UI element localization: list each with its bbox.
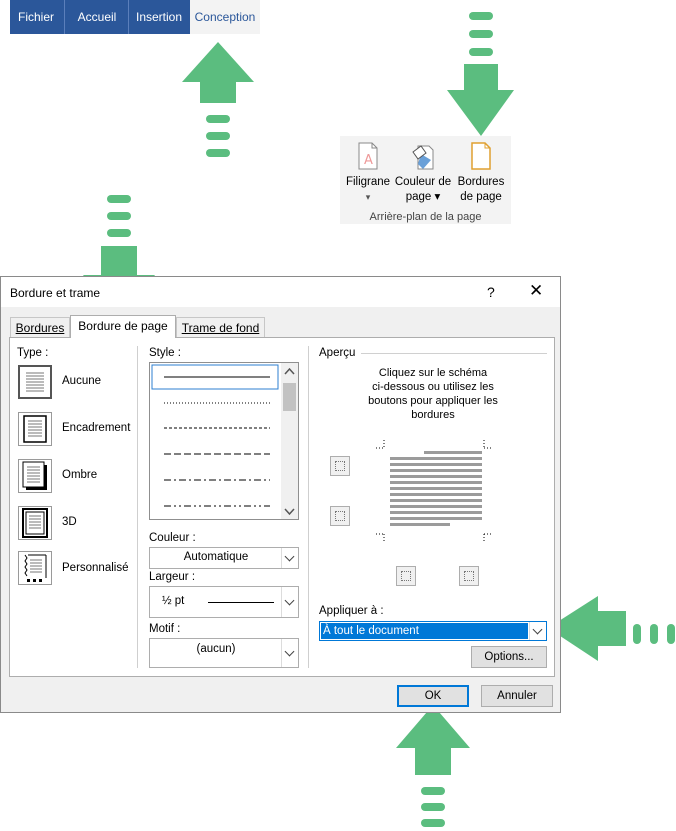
page-3d-icon bbox=[22, 508, 48, 538]
arrow-up-ok-icon bbox=[396, 705, 470, 827]
width-sample-line bbox=[208, 602, 274, 603]
tab-bordure-de-page[interactable]: Bordure de page bbox=[70, 315, 176, 338]
couleur-combo[interactable]: Automatique bbox=[149, 547, 299, 569]
line-style-samples bbox=[151, 363, 298, 519]
close-button[interactable]: ✕ bbox=[529, 281, 543, 301]
preview-diagram[interactable] bbox=[376, 438, 492, 546]
border-top-button[interactable] bbox=[330, 456, 350, 476]
type-label: Type : bbox=[17, 347, 49, 359]
type-personnalise-label[interactable]: Personnalisé bbox=[62, 562, 128, 574]
tab-trame-de-fond[interactable]: Trame de fond bbox=[176, 317, 265, 337]
chevron-down-icon[interactable] bbox=[281, 548, 298, 568]
instruction-line: boutons pour appliquer les bbox=[368, 395, 498, 407]
chevron-down-icon[interactable] bbox=[281, 639, 298, 667]
type-3d-icon[interactable] bbox=[18, 506, 52, 540]
divider-1 bbox=[137, 346, 138, 668]
chevron-down-icon[interactable] bbox=[281, 587, 298, 617]
appliquer-value: À tout le document bbox=[321, 623, 528, 639]
apercu-rule bbox=[361, 353, 547, 354]
appliquer-combo[interactable]: À tout le document bbox=[319, 621, 547, 641]
type-3d-label[interactable]: 3D bbox=[62, 516, 77, 528]
type-aucune-label[interactable]: Aucune bbox=[62, 375, 101, 387]
dialog-title: Bordure et trame bbox=[10, 286, 101, 300]
tab-bordures[interactable]: Bordures bbox=[10, 317, 70, 337]
border-bottom-button[interactable] bbox=[330, 506, 350, 526]
borders-shading-dialog: Bordure et trame ? ✕ Bordures Bordure de… bbox=[0, 276, 561, 713]
motif-combo[interactable]: (aucun) bbox=[149, 638, 299, 668]
instruction-line: ci-dessous ou utilisez les bbox=[372, 381, 494, 393]
instruction-line: bordures bbox=[411, 409, 455, 421]
tab-bordures-label: Bordures bbox=[15, 321, 65, 335]
type-ombre-icon[interactable] bbox=[18, 459, 52, 493]
help-button[interactable]: ? bbox=[487, 284, 495, 300]
apercu-instructions: Cliquez sur le schéma ci-dessous ou util… bbox=[319, 366, 547, 422]
motif-label: Motif : bbox=[149, 623, 181, 635]
largeur-value: ½ pt bbox=[162, 595, 185, 607]
type-aucune-icon[interactable] bbox=[18, 365, 52, 399]
couleur-value: Automatique bbox=[183, 551, 249, 563]
page-box-icon bbox=[23, 415, 47, 443]
tab-trame-de-fond-label: Trame de fond bbox=[181, 321, 260, 335]
page-shadow-icon bbox=[22, 461, 47, 490]
page-lines-icon bbox=[26, 372, 44, 392]
style-label: Style : bbox=[149, 347, 181, 359]
largeur-combo[interactable]: ½ pt bbox=[149, 586, 299, 618]
ok-button[interactable]: OK bbox=[397, 685, 469, 707]
instruction-line: Cliquez sur le schéma bbox=[378, 367, 488, 379]
cancel-button[interactable]: Annuler bbox=[481, 685, 553, 707]
style-listbox[interactable] bbox=[149, 362, 299, 520]
options-button[interactable]: Options... bbox=[471, 646, 547, 668]
dialog-titlebar: Bordure et trame ? ✕ bbox=[1, 277, 560, 307]
appliquer-label: Appliquer à : bbox=[319, 605, 384, 617]
page-custom-icon bbox=[24, 554, 47, 582]
border-left-button[interactable] bbox=[396, 566, 416, 586]
divider-2 bbox=[308, 346, 309, 668]
type-ombre-label[interactable]: Ombre bbox=[62, 469, 97, 481]
type-encadrement-icon[interactable] bbox=[18, 412, 52, 446]
tab-bordure-de-page-label: Bordure de page bbox=[78, 319, 168, 333]
tab-panel: Type : Aucune Encadrement Ombre 3D Perso… bbox=[9, 337, 555, 677]
couleur-label: Couleur : bbox=[149, 532, 196, 544]
type-encadrement-label[interactable]: Encadrement bbox=[62, 422, 130, 434]
arrow-up-icon bbox=[182, 42, 254, 157]
border-right-button[interactable] bbox=[459, 566, 479, 586]
chevron-down-icon[interactable] bbox=[529, 622, 546, 640]
type-personnalise-icon[interactable] bbox=[18, 551, 52, 585]
largeur-label: Largeur : bbox=[149, 571, 196, 583]
arrow-down-icon bbox=[447, 12, 514, 136]
apercu-label: Aperçu bbox=[319, 347, 356, 359]
arrow-left-icon bbox=[548, 596, 675, 661]
motif-value: (aucun) bbox=[196, 643, 236, 655]
